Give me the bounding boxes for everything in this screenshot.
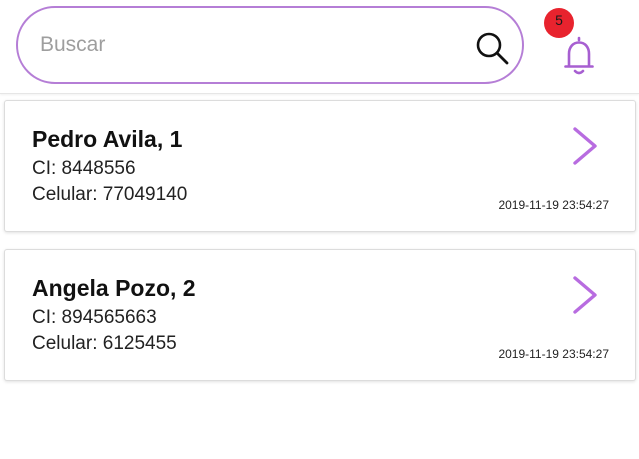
top-bar: 5 xyxy=(0,0,639,94)
patient-name: Angela Pozo, 2 xyxy=(32,275,196,301)
patient-phone: Celular: 6125455 xyxy=(32,333,177,354)
bell-icon xyxy=(564,36,594,75)
patient-card[interactable]: Pedro Avila, 1 CI: 8448556 Celular: 7704… xyxy=(4,100,636,232)
patient-timestamp: 2019-11-19 23:54:27 xyxy=(498,347,609,361)
search-bar[interactable] xyxy=(16,6,524,84)
chevron-right-icon[interactable] xyxy=(567,274,601,316)
patient-ci: CI: 894565663 xyxy=(32,307,157,328)
patient-ci: CI: 8448556 xyxy=(32,158,136,179)
notifications-button[interactable]: 5 xyxy=(544,8,604,78)
patient-phone: Celular: 77049140 xyxy=(32,184,188,205)
patient-timestamp: 2019-11-19 23:54:27 xyxy=(498,198,609,212)
search-input[interactable] xyxy=(40,28,460,62)
chevron-right-icon[interactable] xyxy=(567,125,601,167)
search-icon[interactable] xyxy=(474,30,510,66)
patient-name: Pedro Avila, 1 xyxy=(32,126,183,152)
notification-badge: 5 xyxy=(544,8,574,38)
patient-card[interactable]: Angela Pozo, 2 CI: 894565663 Celular: 61… xyxy=(4,249,636,381)
